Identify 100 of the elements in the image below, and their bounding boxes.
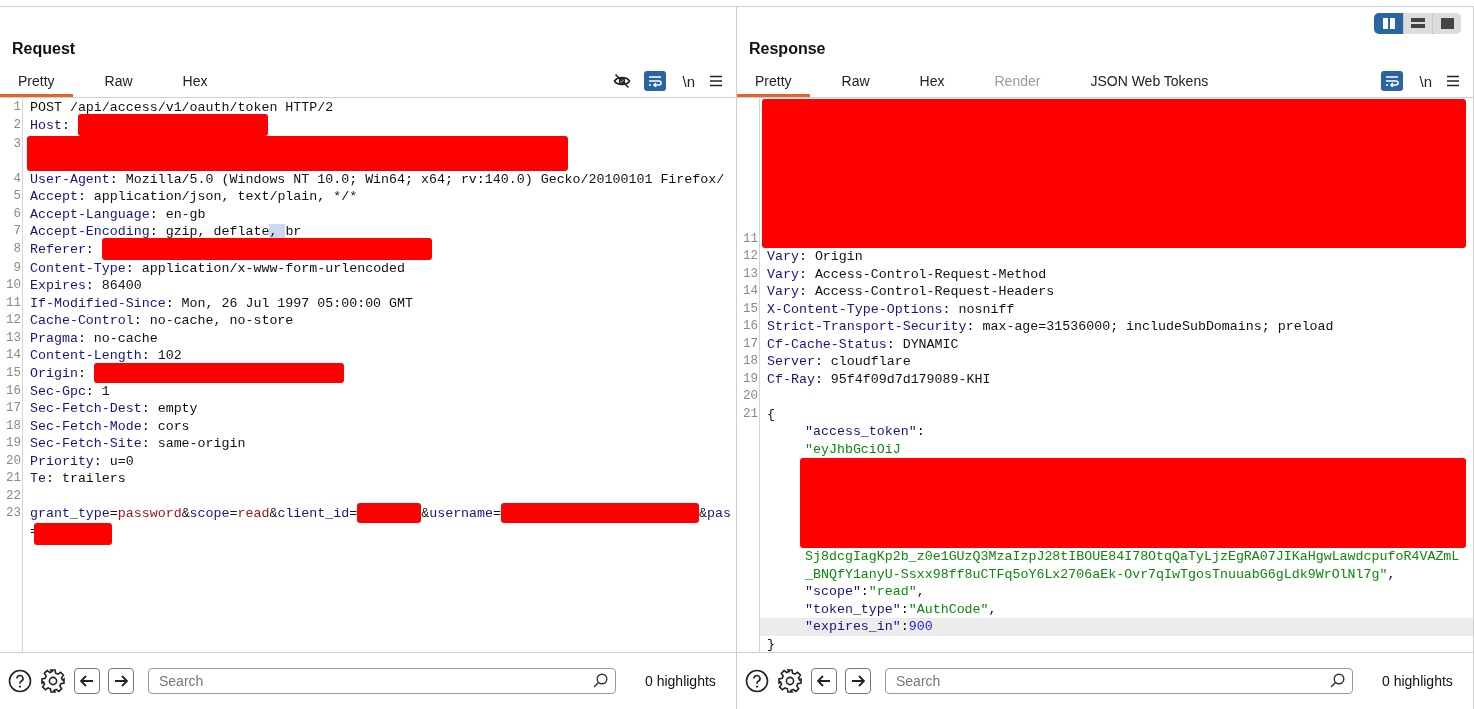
code-line: Te: trailers: [29, 470, 127, 488]
left-arrow-icon: [80, 675, 94, 687]
line-number: 20: [5, 452, 22, 470]
code-line: Content-Type: application/x-www-form-urlencoded: [29, 259, 407, 277]
pane-title: Request: [11, 39, 77, 59]
pane-title: Response: [748, 39, 827, 59]
help-icon[interactable]: [745, 669, 769, 693]
code-text: grant_type: [30, 506, 110, 521]
highlights-count: 0 highlights: [645, 673, 716, 689]
settings-icon[interactable]: [777, 668, 803, 694]
line-number: 11: [5, 294, 22, 312]
code-line: }: [766, 635, 776, 652]
code-line: "eyJhbGciOiJ: [804, 440, 902, 458]
search-icon: [593, 673, 608, 688]
code-line: Accept-Encoding: gzip, deflate, br: [29, 223, 303, 241]
code-text: client_id: [277, 506, 350, 521]
line-number: 17: [5, 400, 22, 417]
line-number: 11: [742, 230, 759, 248]
code-line: X-Content-Type-Options: nosniff: [766, 300, 1016, 318]
line-number: 16: [5, 382, 22, 400]
redaction-block: [357, 503, 422, 523]
line-number: 19: [5, 435, 22, 452]
tab[interactable]: JSON Web Tokens: [1072, 65, 1227, 97]
line-number: 18: [5, 417, 22, 435]
wrap-icon: [648, 75, 663, 87]
right-arrow-icon: [114, 675, 128, 687]
line-number: 23: [5, 505, 22, 522]
columns-icon: [1382, 17, 1395, 29]
left-arrow-icon: [817, 675, 831, 687]
newline-toggle[interactable]: \n: [680, 72, 697, 90]
code-text: =: [493, 506, 502, 521]
newline-toggle[interactable]: \n: [1417, 72, 1434, 90]
back-button[interactable]: [74, 668, 100, 694]
highlights-count: 0 highlights: [1382, 673, 1453, 689]
line-number: 6: [12, 205, 22, 223]
code-line: Accept-Language: en-gb: [29, 205, 207, 223]
code-line: Cf-Ray: 95f4f09d7d179089-KHI: [766, 370, 992, 388]
tab[interactable]: Pretty: [0, 65, 73, 97]
line-number: 7: [12, 223, 22, 240]
tab[interactable]: Hex: [901, 65, 963, 97]
eye-slash-icon[interactable]: [613, 73, 632, 89]
code-text: Host: [30, 117, 62, 133]
code-text: read: [237, 506, 270, 521]
line-number: 14: [5, 347, 22, 364]
wrap-toggle[interactable]: [644, 71, 667, 91]
code-text: Referer: [30, 241, 86, 257]
code-line: Sec-Fetch-Dest: empty: [29, 400, 199, 418]
code-line: User-Agent: Mozilla/5.0 (Windows NT 10.0; Win64; x64; rv:140.0) Gecko/20100101 Firefox/: [29, 170, 726, 188]
line-number: 13: [742, 265, 759, 283]
back-button[interactable]: [811, 668, 837, 694]
settings-icon[interactable]: [40, 668, 66, 694]
tab[interactable]: Hex: [164, 65, 226, 97]
code-text: :: [85, 241, 95, 257]
tab[interactable]: Raw: [86, 65, 151, 97]
search-field[interactable]: Search: [148, 668, 616, 694]
code-line: Pragma: no-cache: [29, 329, 159, 347]
layout-button[interactable]: [1432, 12, 1461, 34]
line-number: 13: [5, 329, 22, 347]
line-number: 2: [12, 116, 22, 134]
code-text: &: [181, 506, 190, 521]
code-text: Origin: [30, 365, 78, 381]
code-line: Cf-Cache-Status: DYNAMIC: [766, 335, 960, 353]
code-text: password: [117, 506, 182, 521]
code-line: Sec-Gpc: 1: [29, 382, 111, 400]
code-line: Vary: Origin: [766, 248, 864, 266]
line-number: 12: [742, 248, 759, 265]
wrap-toggle[interactable]: [1381, 71, 1404, 91]
forward-button[interactable]: [845, 668, 871, 694]
line-number: 19: [742, 370, 759, 388]
square-icon: [1440, 17, 1454, 29]
code-text: =: [109, 506, 118, 521]
code-line: {: [766, 405, 776, 423]
code-line: Strict-Transport-Security: max-age=31536000; includeSubDomains; preload: [766, 318, 1335, 336]
code-line: Sec-Fetch-Site: same-origin: [29, 435, 247, 453]
code-text: &: [269, 506, 278, 521]
code-line: Vary: Access-Control-Request-Headers: [766, 283, 1056, 301]
forward-button[interactable]: [108, 668, 134, 694]
menu-icon[interactable]: [1447, 75, 1459, 87]
line-number: 20: [742, 388, 759, 405]
code-line: _BNQfY1anyU-Ssxx98ff8uCTFq5oY6Lx2706aEk-Ovr7qIwTgosTnuuabG6gLdk9WrOlNl7g",: [804, 565, 1397, 583]
menu-icon[interactable]: [710, 75, 722, 87]
code-line: Accept: application/json, text/plain, */*: [29, 188, 359, 206]
tab[interactable]: Raw: [823, 65, 888, 97]
search-field[interactable]: Search: [885, 668, 1353, 694]
line-number: 22: [5, 487, 22, 505]
help-icon[interactable]: [8, 669, 32, 693]
layout-button[interactable]: [1374, 12, 1403, 34]
line-number: 12: [5, 312, 22, 329]
line-number: 4: [12, 170, 22, 188]
code-line: POST /api/access/v1/oauth/token HTTP/2: [29, 99, 335, 117]
line-number: 16: [742, 318, 759, 335]
code-line: Server: cloudflare: [766, 353, 912, 371]
code-text: :: [61, 117, 71, 133]
code-line: If-Modified-Since: Mon, 26 Jul 1997 05:00:00 GMT: [29, 294, 415, 312]
code-text: =: [349, 506, 358, 521]
code-line: Sec-Fetch-Mode: cors: [29, 417, 191, 435]
code-text: pas: [707, 506, 731, 521]
line-number: 8: [12, 240, 22, 258]
line-number: 1: [12, 99, 22, 116]
line-number: 5: [12, 188, 22, 205]
